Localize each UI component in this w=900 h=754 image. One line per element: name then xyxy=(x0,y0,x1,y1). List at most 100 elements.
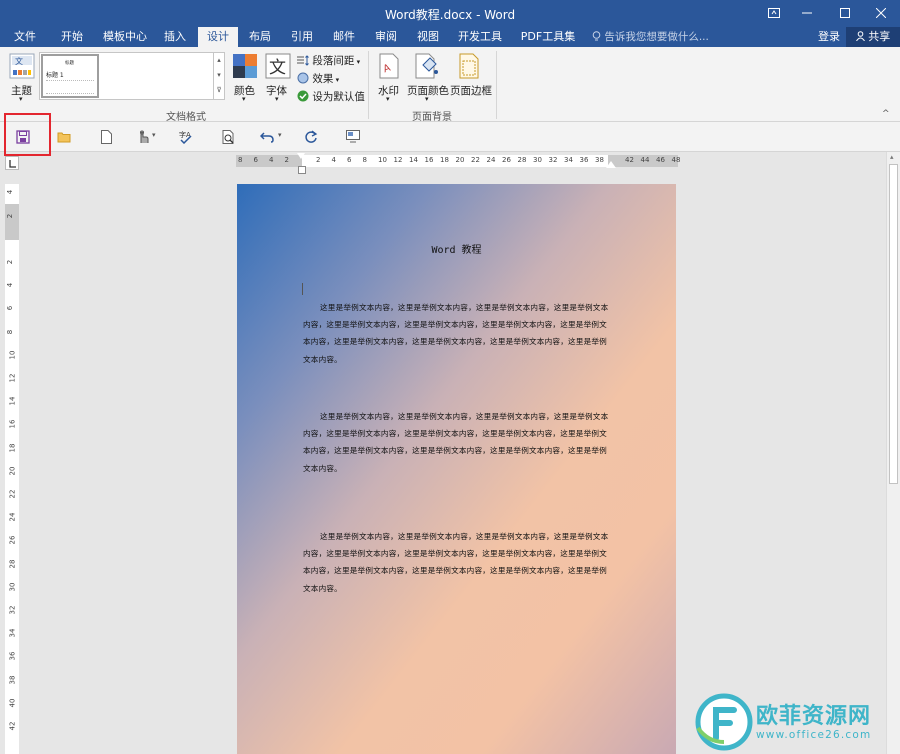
spelling-check-button[interactable]: 字A xyxy=(176,127,198,147)
tab-references[interactable]: 引用 xyxy=(285,27,319,47)
minimize-button[interactable] xyxy=(790,0,824,27)
ruler-tick-label: 10 xyxy=(378,156,387,164)
maximize-button[interactable] xyxy=(828,0,862,27)
open-button[interactable] xyxy=(54,127,76,147)
ribbon-display-icon xyxy=(768,8,780,18)
gallery-up-icon[interactable]: ▴ xyxy=(214,53,224,68)
tab-mailings[interactable]: 邮件 xyxy=(327,27,361,47)
touch-mode-arrow-icon: ▾ xyxy=(152,131,156,139)
redo-icon xyxy=(305,130,318,143)
first-line-indent-marker[interactable] xyxy=(297,153,305,159)
theme-button[interactable]: 文 主题 ▾ xyxy=(6,51,38,103)
group-separator-2 xyxy=(496,51,497,119)
colors-dropdown-arrow-icon: ▾ xyxy=(242,95,246,103)
ruler-tab-selector[interactable] xyxy=(5,156,19,170)
style-set-thumbnail[interactable]: 标题 标题 1 xyxy=(41,54,99,98)
watermark-logo xyxy=(695,693,753,751)
colors-button[interactable]: 颜色 ▾ xyxy=(230,51,260,103)
ruler-tick-label: 8 xyxy=(362,156,367,164)
ruler-tick-label: 2 xyxy=(316,156,321,164)
style-preview-title: 标题 xyxy=(65,61,74,66)
left-tab-icon xyxy=(9,160,16,168)
login-button[interactable]: 登录 xyxy=(818,27,840,47)
tab-template-center[interactable]: 模板中心 xyxy=(99,27,151,47)
share-button[interactable]: 共享 xyxy=(846,27,900,47)
ruler-tick-label: 14 xyxy=(8,396,17,406)
ruler-tick-label: 36 xyxy=(579,156,589,164)
group-label-page-bg: 页面背景 xyxy=(412,112,452,123)
watermark-icon: A xyxy=(379,53,399,79)
ruler-tick-label: 38 xyxy=(595,156,604,164)
fonts-button[interactable]: 文 字体 ▾ xyxy=(263,51,293,103)
ruler-tick-label: 18 xyxy=(8,443,17,453)
paragraph-spacing-label: 段落间距 xyxy=(312,55,355,67)
page-borders-label: 页面边框 xyxy=(450,85,492,97)
gallery-scroll[interactable]: ▴ ▾ ⊽ xyxy=(214,52,225,100)
ruler-tick-label: 6 xyxy=(347,156,352,164)
right-indent-marker[interactable] xyxy=(606,161,616,168)
gallery-down-icon[interactable]: ▾ xyxy=(214,68,224,83)
ribbon-display-options-button[interactable] xyxy=(757,0,791,27)
ruler-tick-label: 4 xyxy=(331,156,336,164)
ruler-tick-label: 36 xyxy=(8,651,17,661)
touch-mode-button[interactable]: ▾ xyxy=(134,127,162,147)
print-preview-button[interactable] xyxy=(218,127,240,147)
customize-qat-button[interactable] xyxy=(342,127,364,147)
tell-me-search[interactable]: 告诉我您想要做什么... xyxy=(592,27,709,47)
redo-button[interactable] xyxy=(300,127,322,147)
fonts-icon: 文 xyxy=(265,53,291,79)
page-color-button[interactable]: 页面颜色 ▾ xyxy=(407,51,449,103)
collapse-ribbon-button[interactable]: ^ xyxy=(882,109,890,119)
ruler-tick-label: 2 xyxy=(284,156,289,164)
new-document-button[interactable] xyxy=(96,127,118,147)
set-default-button[interactable]: 设为默认值 xyxy=(297,89,365,104)
ruler-tick-label: 40 xyxy=(8,698,17,708)
left-indent-marker[interactable] xyxy=(298,166,306,174)
page-color-icon xyxy=(415,53,438,79)
undo-arrow-icon: ▾ xyxy=(278,131,282,139)
text-cursor xyxy=(302,283,303,295)
ruler-tick-label: 38 xyxy=(8,675,17,685)
ruler-tick-label: 6 xyxy=(253,156,258,164)
checkmark-icon xyxy=(297,90,309,102)
tab-insert[interactable]: 插入 xyxy=(158,27,192,47)
save-button-highlight xyxy=(4,113,51,156)
document-page[interactable]: Word 教程 这里是举例文本内容，这里是举例文本内容，这里是举例文本内容，这里… xyxy=(237,184,676,754)
scrollbar-thumb[interactable] xyxy=(889,164,898,484)
gallery-more-icon[interactable]: ⊽ xyxy=(214,83,224,98)
scroll-up-arrow-icon[interactable]: ▴ xyxy=(890,153,894,161)
tab-home[interactable]: 开始 xyxy=(55,27,89,47)
document-paragraph: 这里是举例文本内容，这里是举例文本内容，这里是举例文本内容，这里是举例文本内容，… xyxy=(303,303,609,364)
style-set-gallery[interactable]: 标题 标题 1 xyxy=(39,52,214,100)
document-paragraph: 这里是举例文本内容，这里是举例文本内容，这里是举例文本内容，这里是举例文本内容，… xyxy=(303,532,609,593)
tab-pdf-tools[interactable]: PDF工具集 xyxy=(518,27,578,47)
vertical-ruler[interactable]: 4 2 2 4 6 8 10 12 14 16 18 20 22 24 26 28 30 32 34 36 38 40 42 xyxy=(5,184,19,754)
tab-design[interactable]: 设计 xyxy=(198,27,238,47)
effects-arrow-icon: ▾ xyxy=(333,76,340,84)
vertical-scrollbar[interactable]: ▴ xyxy=(886,152,900,754)
tab-view[interactable]: 视图 xyxy=(411,27,445,47)
ruler-tick-label: 46 xyxy=(656,156,665,164)
maximize-icon xyxy=(840,8,850,18)
ruler-tick-label: 10 xyxy=(8,350,17,360)
watermark-url: www.office26.com xyxy=(756,729,872,741)
page-borders-button[interactable]: 页面边框 xyxy=(450,51,492,103)
ruler-tick-label: 30 xyxy=(8,582,17,592)
ruler-tick-label: 2 xyxy=(6,213,15,219)
ruler-tick-label: 28 xyxy=(517,156,527,164)
undo-button[interactable]: ▾ xyxy=(258,127,288,147)
colors-icon xyxy=(233,54,257,78)
effects-button[interactable]: 效果 ▾ xyxy=(297,71,339,86)
undo-icon xyxy=(259,132,274,143)
ruler-tick-label: 48 xyxy=(671,156,681,164)
watermark-button[interactable]: A 水印 ▾ xyxy=(376,51,402,103)
new-document-icon xyxy=(101,130,112,144)
paragraph-spacing-button[interactable]: 段落间距 ▾ xyxy=(297,53,360,68)
close-button[interactable] xyxy=(864,0,898,27)
tab-file[interactable]: 文件 xyxy=(8,27,42,47)
tab-layout[interactable]: 布局 xyxy=(243,27,277,47)
tab-developer[interactable]: 开发工具 xyxy=(454,27,506,47)
tab-review[interactable]: 审阅 xyxy=(369,27,403,47)
ruler-tick-label: 4 xyxy=(269,156,274,164)
paragraph-spacing-icon xyxy=(297,55,309,66)
